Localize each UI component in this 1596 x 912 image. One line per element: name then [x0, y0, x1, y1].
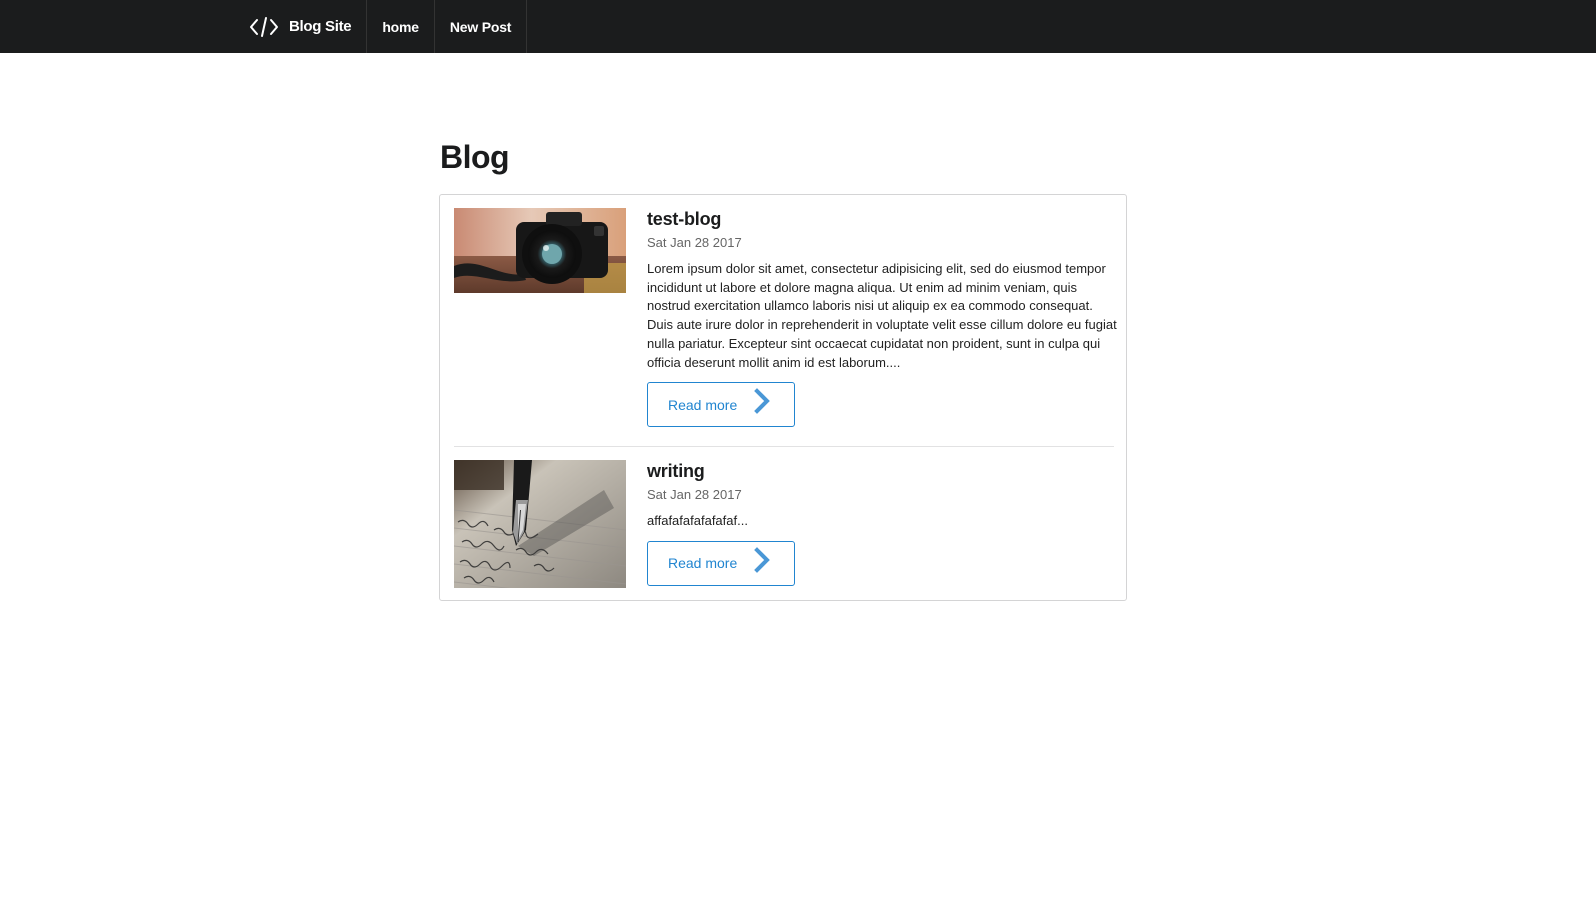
post-title[interactable]: writing [647, 460, 1117, 482]
post-item: writing Sat Jan 28 2017 affafafafafafafa… [454, 460, 1114, 590]
post-thumbnail-pen[interactable] [454, 460, 626, 588]
post-content: writing Sat Jan 28 2017 affafafafafafafa… [647, 460, 1117, 586]
read-more-button[interactable]: Read more [647, 540, 795, 586]
nav-item-new-post[interactable]: New Post [435, 0, 528, 53]
post-date: Sat Jan 28 2017 [647, 235, 742, 250]
post-content: test-blog Sat Jan 28 2017 Lorem ipsum do… [647, 208, 1117, 428]
post-list: test-blog Sat Jan 28 2017 Lorem ipsum do… [439, 194, 1127, 601]
brand-link[interactable]: Blog Site [236, 0, 368, 53]
brand-label: Blog Site [289, 18, 352, 35]
post-excerpt: Lorem ipsum dolor sit amet, consectetur … [647, 261, 1117, 370]
chevron-right-icon [752, 388, 772, 417]
read-more-button[interactable]: Read more [647, 382, 795, 428]
post-thumbnail-camera[interactable] [454, 208, 626, 293]
post-date: Sat Jan 28 2017 [647, 487, 742, 502]
nav-item-home[interactable]: home [367, 0, 435, 53]
read-more-label: Read more [668, 396, 738, 413]
post-title[interactable]: test-blog [647, 208, 1117, 230]
chevron-right-icon [752, 546, 772, 576]
top-navbar: Blog Site home New Post [0, 0, 1596, 53]
nav-menu: Blog Site home New Post [236, 0, 528, 53]
code-icon [249, 16, 279, 38]
post-item: test-blog Sat Jan 28 2017 Lorem ipsum do… [454, 208, 1117, 447]
read-more-label: Read more [668, 555, 738, 572]
post-excerpt: affafafafafafafaf... [647, 513, 748, 528]
page-title: Blog [440, 139, 510, 175]
